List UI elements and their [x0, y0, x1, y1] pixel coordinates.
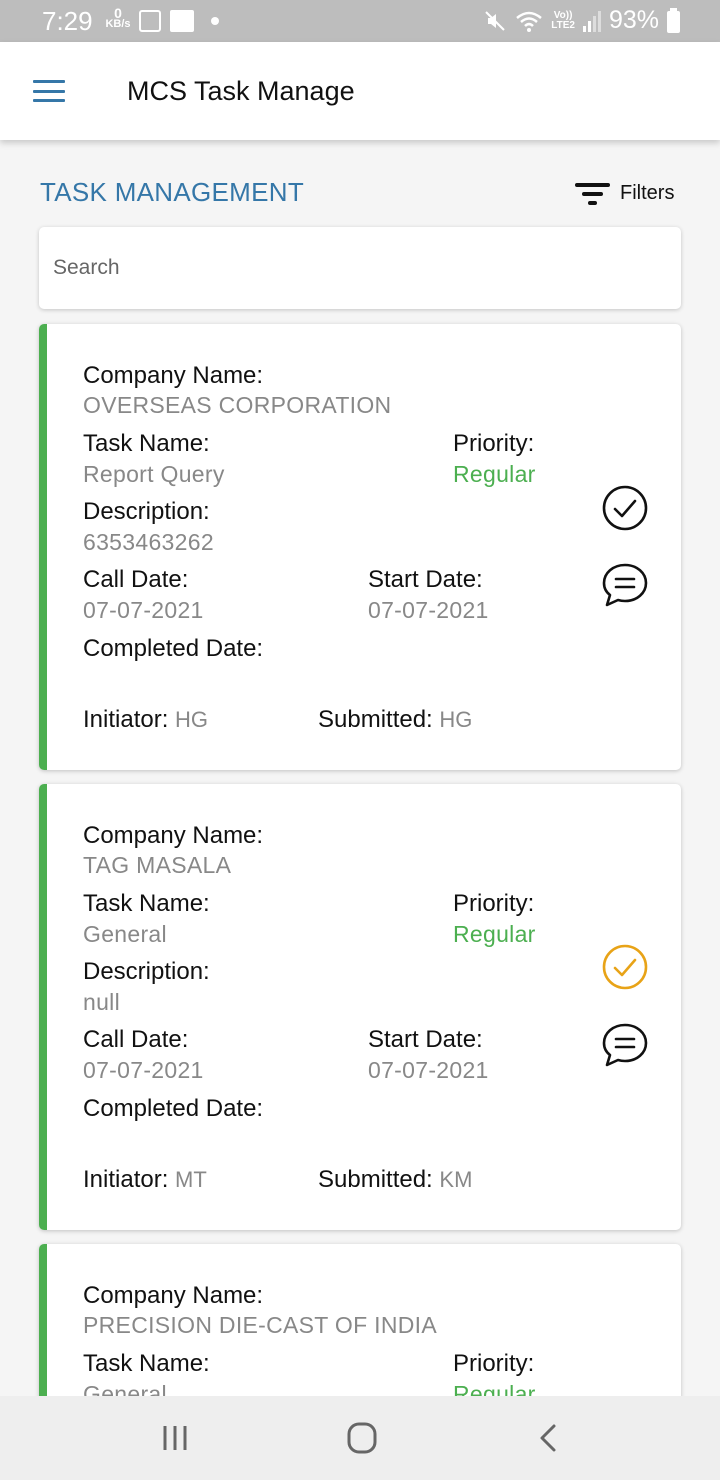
task-card[interactable]: Company Name: OVERSEAS CORPORATION Task …	[39, 324, 681, 770]
description-label: Description:	[83, 498, 210, 525]
filters-button[interactable]: Filters	[575, 178, 674, 208]
submitted-label: Submitted:	[318, 1166, 433, 1193]
priority-value: Regular	[453, 921, 536, 947]
task-name-value: General	[83, 921, 167, 947]
initiator-field: Initiator: HG	[83, 706, 208, 734]
description-value: null	[83, 989, 121, 1015]
app-bar: MCS Task Manage	[0, 42, 720, 140]
gallery-notification-icon	[139, 10, 161, 32]
company-value: OVERSEAS CORPORATION	[83, 392, 392, 418]
check-circle-icon[interactable]	[602, 944, 648, 990]
submitted-value: KM	[439, 1167, 473, 1192]
app-title: MCS Task Manage	[127, 76, 355, 106]
initiator-label: Initiator:	[83, 1166, 169, 1193]
company-label: Company Name:	[83, 362, 264, 389]
call-date-value: 07-07-2021	[83, 1057, 204, 1083]
back-icon[interactable]	[530, 1420, 570, 1456]
initiator-value: MT	[175, 1167, 207, 1192]
priority-value: Regular	[453, 461, 536, 487]
status-bar: 7:29 0 KB/s Vo)) LTE2 93%	[0, 0, 720, 42]
submitted-field: Submitted: HG	[318, 706, 472, 734]
company-value: TAG MASALA	[83, 852, 232, 878]
completed-date-label: Completed Date:	[83, 1095, 264, 1122]
task-name-label: Task Name:	[83, 890, 210, 917]
description-value: 6353463262	[83, 529, 214, 555]
start-date-label: Start Date:	[368, 566, 483, 593]
company-label: Company Name:	[83, 822, 264, 849]
hamburger-menu-icon[interactable]	[33, 80, 65, 102]
check-circle-icon[interactable]	[602, 485, 648, 531]
call-date-label: Call Date:	[83, 1026, 189, 1053]
network-speed: 0 KB/s	[103, 6, 133, 30]
card-status-accent	[39, 324, 47, 770]
company-label: Company Name:	[83, 1282, 264, 1309]
start-date-value: 07-07-2021	[368, 597, 489, 623]
submitted-value: HG	[439, 707, 473, 732]
submitted-label: Submitted:	[318, 706, 433, 733]
volte-label: Vo))	[553, 9, 573, 21]
battery-percent: 93%	[608, 6, 659, 34]
search-input[interactable]	[53, 249, 663, 287]
filter-icon	[575, 180, 610, 206]
call-date-label: Call Date:	[83, 566, 189, 593]
search-box	[39, 227, 681, 309]
initiator-value: HG	[175, 707, 209, 732]
lte-label: LTE2	[551, 19, 575, 31]
page-title: TASK MANAGEMENT	[40, 177, 305, 207]
signal-icon	[582, 10, 601, 32]
task-name-label: Task Name:	[83, 1350, 210, 1377]
call-date-value: 07-07-2021	[83, 597, 204, 623]
volte-indicator: Vo)) LTE2	[551, 9, 575, 31]
comment-icon[interactable]	[601, 562, 649, 608]
status-time: 7:29	[42, 6, 93, 36]
task-name-value: Report Query	[83, 461, 225, 487]
app-notification-icon	[170, 10, 194, 32]
priority-label: Priority:	[453, 430, 535, 457]
start-date-label: Start Date:	[368, 1026, 483, 1053]
network-speed-unit: KB/s	[105, 18, 131, 30]
completed-date-label: Completed Date:	[83, 635, 264, 662]
company-value: PRECISION DIE-CAST OF INDIA	[83, 1312, 437, 1338]
status-right-group: Vo)) LTE2 93%	[483, 6, 680, 35]
recent-apps-icon[interactable]	[155, 1420, 195, 1456]
task-card[interactable]: Company Name: TAG MASALA Task Name: Gene…	[39, 784, 681, 1230]
home-icon[interactable]	[342, 1420, 382, 1456]
initiator-label: Initiator:	[83, 706, 169, 733]
wifi-icon	[516, 11, 543, 32]
priority-label: Priority:	[453, 1350, 535, 1377]
filters-label: Filters	[620, 181, 675, 204]
initiator-field: Initiator: MT	[83, 1166, 207, 1194]
task-name-label: Task Name:	[83, 430, 210, 457]
priority-label: Priority:	[453, 890, 535, 917]
battery-icon	[667, 7, 680, 33]
more-notifications-dot-icon	[211, 17, 219, 25]
mute-icon	[485, 10, 505, 31]
submitted-field: Submitted: KM	[318, 1166, 472, 1194]
system-nav-bar	[0, 1396, 720, 1480]
description-label: Description:	[83, 958, 210, 985]
start-date-value: 07-07-2021	[368, 1057, 489, 1083]
comment-icon[interactable]	[601, 1022, 649, 1068]
card-status-accent	[39, 784, 47, 1230]
